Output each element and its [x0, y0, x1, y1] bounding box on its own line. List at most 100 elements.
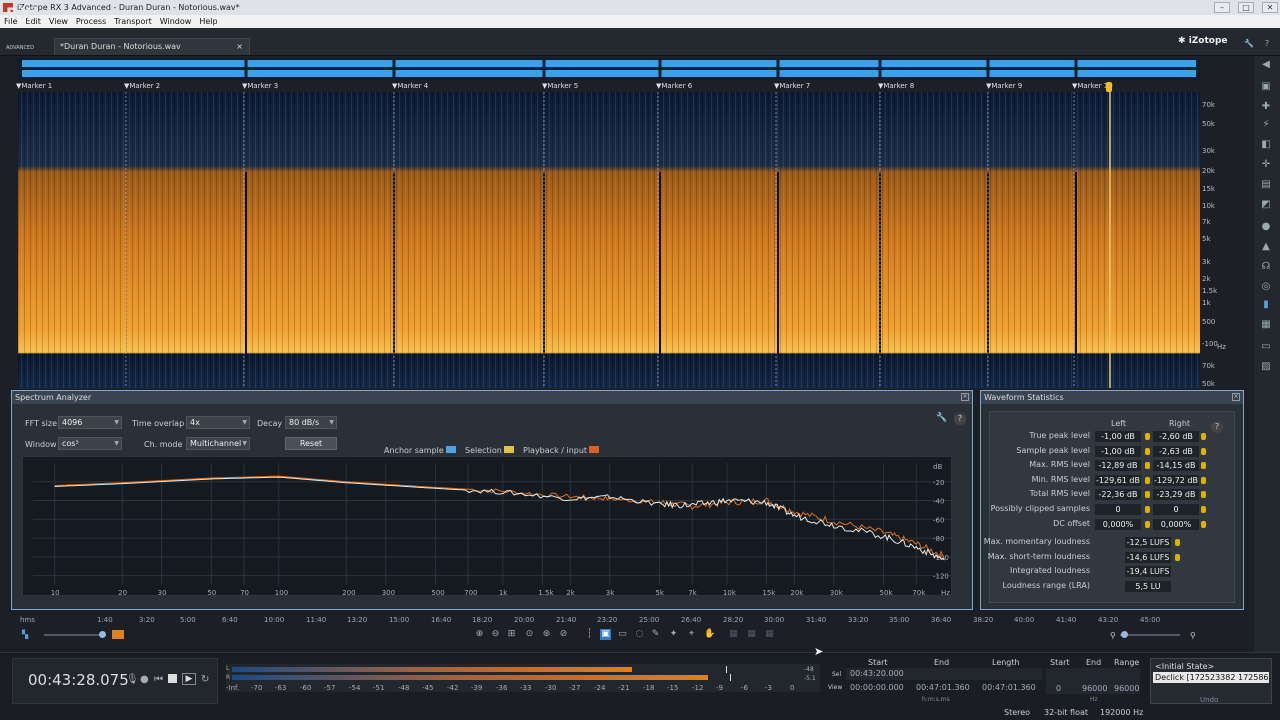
sel-length-field[interactable] — [978, 668, 1042, 680]
zoom-freq-icon[interactable]: ⊛ — [541, 629, 552, 640]
opacity-slider-handle[interactable] — [99, 631, 106, 638]
magic-wand-icon[interactable]: ✦ — [668, 629, 679, 640]
spectrogram-display[interactable] — [18, 92, 1200, 388]
freq-range-field[interactable]: 96000 — [1114, 684, 1139, 693]
skip-back-icon[interactable]: ⏮ — [154, 674, 163, 685]
menu-view[interactable]: View — [49, 17, 68, 26]
play-icon[interactable]: ▶ — [182, 673, 196, 685]
zoom-in-tool-icon[interactable]: ⊕ — [474, 629, 485, 640]
locate-pin-icon[interactable] — [1145, 462, 1150, 470]
module-icon-5[interactable]: ✛ — [1258, 158, 1274, 172]
menu-help[interactable]: Help — [199, 17, 217, 26]
history-initial-state[interactable]: <Initial State> — [1151, 659, 1271, 672]
history-item-declick[interactable]: Declick [172523382 1725864: — [1153, 672, 1269, 683]
locate-pin-icon[interactable] — [1175, 553, 1180, 561]
sel-start-field[interactable]: 00:43:20.000 — [846, 668, 912, 680]
marker-9[interactable]: ▼Marker 9 — [986, 82, 1022, 90]
decay-select[interactable]: 80 dB/s — [285, 416, 337, 429]
loop-icon[interactable]: ↻ — [201, 674, 209, 685]
locate-pin-icon[interactable] — [1175, 539, 1180, 546]
module-icon-7[interactable]: ◩ — [1258, 198, 1274, 212]
locate-pin-icon[interactable] — [1201, 433, 1206, 440]
marker-3[interactable]: ▼Marker 3 — [242, 82, 278, 90]
menu-window[interactable]: Window — [160, 17, 192, 26]
playhead-handle[interactable] — [1106, 82, 1112, 92]
stop-icon[interactable] — [168, 674, 177, 683]
module-icon-8[interactable]: ● — [1258, 220, 1274, 234]
close-panel-icon[interactable]: × — [1232, 393, 1240, 401]
marker-1[interactable]: ▼Marker 1 — [16, 82, 52, 90]
marker-8[interactable]: ▼Marker 8 — [878, 82, 914, 90]
spectrogram-view-icon[interactable] — [112, 630, 124, 639]
waveform-overview[interactable] — [18, 58, 1200, 80]
zoom-in-icon[interactable]: ⚲ — [1190, 631, 1196, 640]
zoom-selection-icon[interactable]: ⊞ — [506, 629, 517, 640]
headphones-icon[interactable]: ☊ — [1258, 260, 1274, 274]
locate-pin-icon[interactable] — [1201, 462, 1206, 470]
module-icon-13[interactable]: ▨ — [1258, 360, 1274, 374]
file-tab[interactable]: *Duran Duran - Notorious.wav × — [54, 38, 250, 55]
close-panel-icon[interactable]: × — [961, 393, 969, 401]
menu-process[interactable]: Process — [76, 17, 106, 26]
reset-button[interactable]: Reset — [285, 437, 337, 450]
view-end-field[interactable]: 00:47:01.360 — [912, 682, 978, 694]
mic-icon[interactable]: 🎙 — [126, 674, 139, 685]
lasso-icon[interactable]: ◌ — [634, 629, 645, 640]
time-select-icon[interactable]: ┆ — [584, 629, 595, 640]
settings-wrench-icon[interactable]: 🔧 — [1242, 37, 1256, 51]
module-icon-10[interactable]: ◎ — [1258, 280, 1274, 294]
maximize-button[interactable]: □ — [1238, 2, 1254, 13]
locate-pin-icon[interactable] — [1201, 491, 1206, 499]
view-length-field[interactable]: 00:47:01.360 — [978, 682, 1042, 694]
module-icon-3[interactable]: ⚡ — [1258, 118, 1274, 132]
marker-2[interactable]: ▼Marker 2 — [124, 82, 160, 90]
help-icon[interactable]: ? — [1260, 37, 1274, 51]
module-icon-9[interactable]: ▲ — [1258, 240, 1274, 254]
locate-pin-icon[interactable] — [1145, 506, 1150, 513]
fft-size-select[interactable]: 4096 — [58, 416, 122, 429]
module-icon-11[interactable]: ▦ — [1258, 318, 1274, 332]
minimize-button[interactable]: – — [1214, 2, 1230, 13]
spectrum-analyzer-icon[interactable]: ▮ — [1258, 298, 1274, 312]
locate-pin-icon[interactable] — [1145, 447, 1150, 455]
window-select[interactable]: cos³ — [58, 437, 122, 450]
time-freq-select-icon[interactable]: ▣ — [600, 629, 611, 640]
opacity-slider[interactable] — [44, 634, 104, 636]
marker-4[interactable]: ▼Marker 4 — [392, 82, 428, 90]
locate-pin-icon[interactable] — [1201, 476, 1206, 484]
locate-pin-icon[interactable] — [1145, 476, 1150, 484]
marker-7[interactable]: ▼Marker 7 — [774, 82, 810, 90]
zoom-slider-handle[interactable] — [1121, 631, 1128, 638]
locate-pin-icon[interactable] — [1145, 491, 1150, 499]
sa-help-icon[interactable]: ? — [954, 413, 966, 425]
spectrum-plot[interactable]: 10 20 30 50 70 100 200 300 500 700 1k 1.5k 2k 3k 5k 7k 1… — [22, 456, 952, 597]
close-tab-icon[interactable]: × — [236, 39, 243, 55]
freq-end-field[interactable]: 96000 — [1082, 684, 1107, 693]
close-window-button[interactable]: ✕ — [1262, 2, 1278, 13]
marker-6[interactable]: ▼Marker 6 — [656, 82, 692, 90]
sa-settings-icon[interactable]: 🔧 — [936, 413, 948, 425]
zoom-slider[interactable] — [1120, 634, 1180, 636]
module-icon-4[interactable]: ◧ — [1258, 138, 1274, 152]
waveform-view-icon[interactable]: ▚ — [22, 630, 36, 639]
locate-pin-icon[interactable] — [1201, 447, 1206, 455]
zoom-full-icon[interactable]: ⊘ — [558, 629, 569, 640]
locate-pin-icon[interactable] — [1145, 520, 1150, 528]
collapse-arrow-icon[interactable]: ◀ — [1258, 58, 1274, 72]
module-icon-12[interactable]: ▭ — [1258, 340, 1274, 354]
record-icon[interactable]: ● — [140, 674, 149, 685]
module-icon-2[interactable]: ✚ — [1258, 100, 1274, 114]
ch-mode-select[interactable]: Multichannel — [186, 437, 250, 450]
module-icon-1[interactable]: ▣ — [1258, 80, 1274, 94]
freq-select-icon[interactable]: ▭ — [617, 629, 628, 640]
module-icon-6[interactable]: ▤ — [1258, 178, 1274, 192]
zoom-time-icon[interactable]: ⊙ — [524, 629, 535, 640]
zoom-out-icon[interactable]: ⚲ — [1110, 631, 1116, 640]
marker-5[interactable]: ▼Marker 5 — [542, 82, 578, 90]
sel-end-field[interactable] — [912, 668, 978, 680]
freq-start-field[interactable]: 0 — [1056, 684, 1061, 693]
locate-pin-icon[interactable] — [1201, 520, 1206, 528]
view-start-field[interactable]: 00:00:00.000 — [846, 682, 912, 694]
brush-icon[interactable]: ✎ — [650, 629, 661, 640]
time-overlap-select[interactable]: 4x — [186, 416, 250, 429]
